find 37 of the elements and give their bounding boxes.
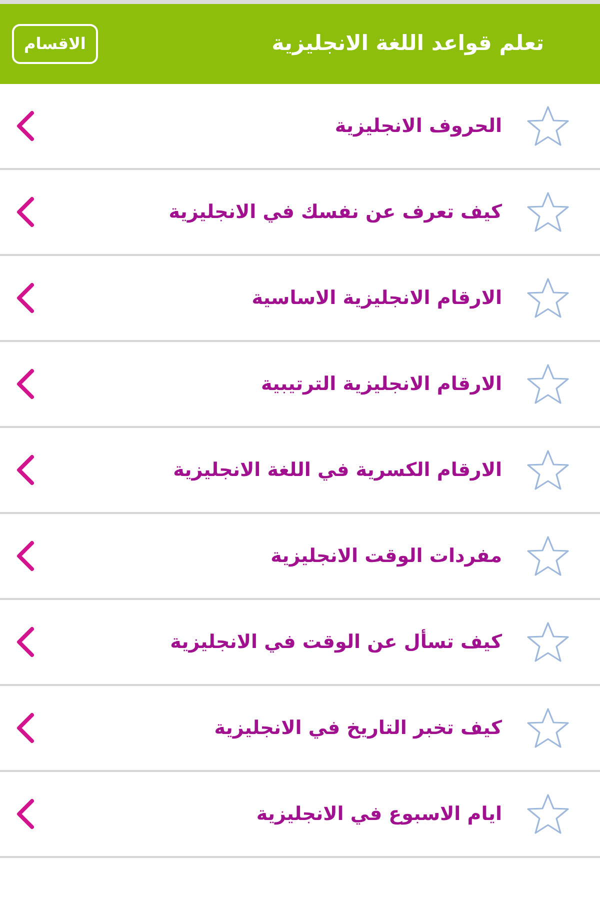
lesson-row[interactable]: الارقام الكسرية في اللغة الانجليزية <box>0 428 600 514</box>
lesson-title: كيف تخبر التاريخ في الانجليزية <box>213 716 502 741</box>
chevron-left-icon <box>14 282 36 314</box>
lesson-row[interactable]: الحروف الانجليزية <box>0 84 600 170</box>
lesson-row[interactable]: ايام الاسبوع في الانجليزية <box>0 772 600 858</box>
chevron-left-icon <box>14 798 36 830</box>
chevron-left-icon <box>14 712 36 744</box>
star-icon[interactable] <box>526 191 570 233</box>
lesson-title: الارقام الانجليزية الاساسية <box>250 286 502 311</box>
lesson-row[interactable]: كيف تسأل عن الوقت في الانجليزية <box>0 600 600 686</box>
chevron-left-icon <box>14 110 36 142</box>
chevron-left-icon <box>14 454 36 486</box>
lesson-row[interactable]: كيف تخبر التاريخ في الانجليزية <box>0 686 600 772</box>
star-icon[interactable] <box>526 707 570 749</box>
star-icon[interactable] <box>526 363 570 405</box>
chevron-left-icon <box>14 196 36 228</box>
chevron-left-icon <box>14 540 36 572</box>
star-icon[interactable] <box>526 793 570 835</box>
lesson-title: الارقام الكسرية في اللغة الانجليزية <box>172 458 502 483</box>
lesson-title: الحروف الانجليزية <box>334 114 502 139</box>
star-icon[interactable] <box>526 621 570 663</box>
lesson-title: كيف تسأل عن الوقت في الانجليزية <box>169 628 502 655</box>
lesson-row[interactable]: الارقام الانجليزية الاساسية <box>0 256 600 342</box>
app-title: تعلم قواعد اللغة الانجليزية <box>272 30 544 58</box>
star-icon[interactable] <box>526 105 570 147</box>
lesson-row[interactable]: مفردات الوقت الانجليزية <box>0 514 600 600</box>
lesson-row[interactable]: الارقام الانجليزية الترتيبية <box>0 342 600 428</box>
chevron-left-icon <box>14 368 36 400</box>
lesson-title: مفردات الوقت الانجليزية <box>270 544 502 569</box>
lesson-row[interactable]: كيف تعرف عن نفسك في الانجليزية <box>0 170 600 256</box>
star-icon[interactable] <box>526 535 570 577</box>
star-icon[interactable] <box>526 277 570 319</box>
lesson-title: ايام الاسبوع في الانجليزية <box>255 802 502 827</box>
star-icon[interactable] <box>526 449 570 491</box>
lesson-title: الارقام الانجليزية الترتيبية <box>260 372 502 397</box>
chevron-left-icon <box>14 626 36 658</box>
lesson-title: كيف تعرف عن نفسك في الانجليزية <box>168 200 502 225</box>
